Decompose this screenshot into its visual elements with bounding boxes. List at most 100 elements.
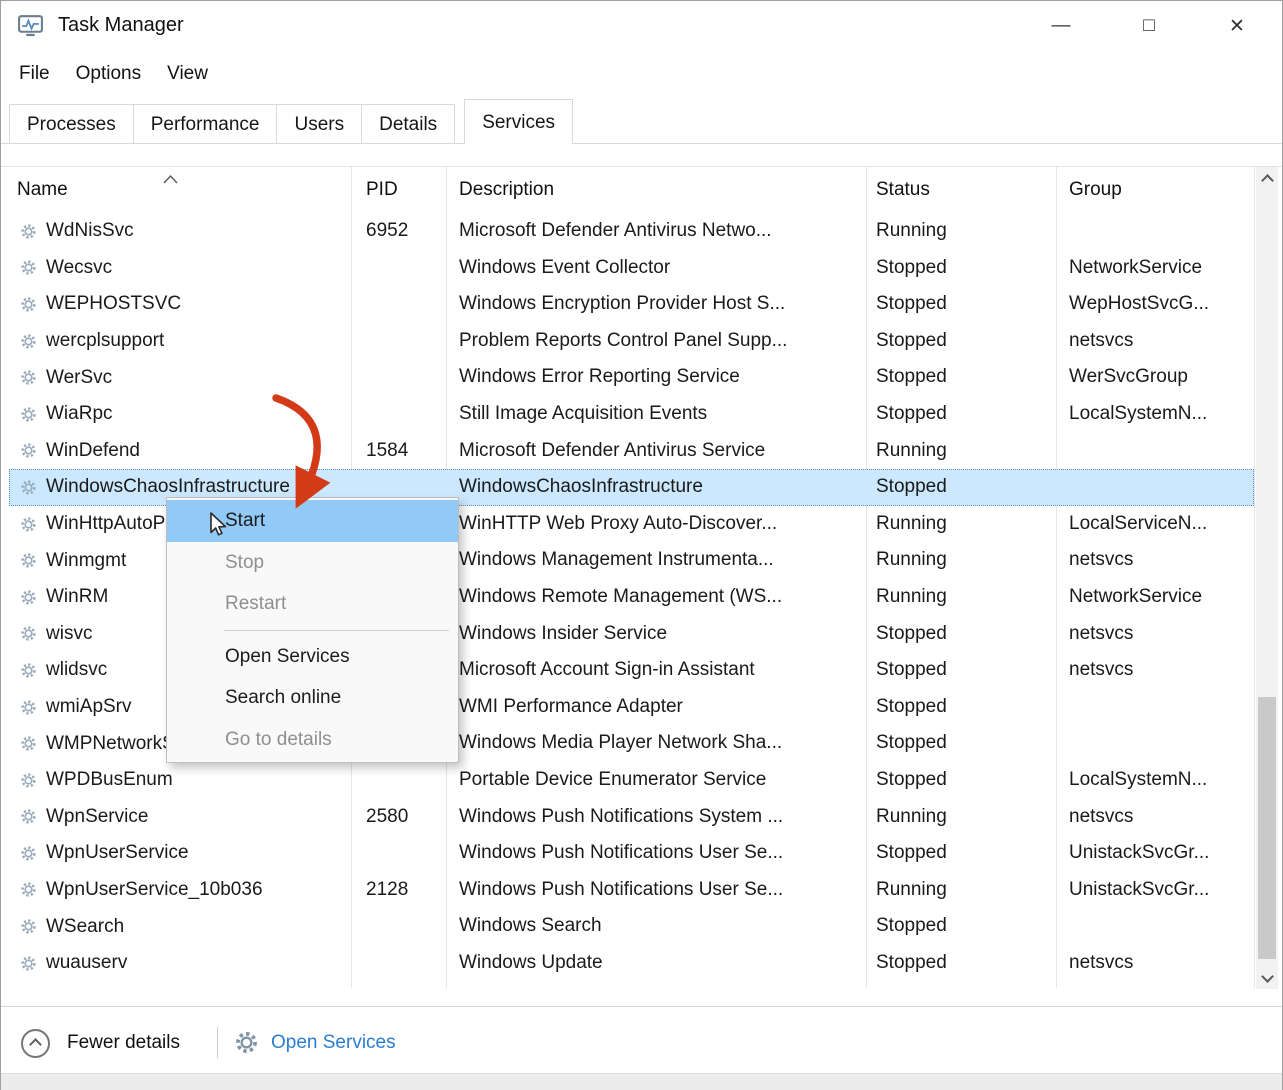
cell-desc: Windows Search bbox=[446, 908, 866, 945]
menu-view[interactable]: View bbox=[154, 51, 221, 97]
cell-group: NetworkService bbox=[1056, 579, 1254, 616]
service-row-WpnService[interactable]: WpnService2580Windows Push Notifications… bbox=[9, 799, 1254, 836]
context-menu-separator bbox=[224, 630, 449, 631]
scrollbar-thumb[interactable] bbox=[1258, 697, 1276, 959]
tab-users[interactable]: Users bbox=[276, 104, 362, 144]
cell-name: WSearch bbox=[9, 916, 351, 938]
menu-options[interactable]: Options bbox=[63, 51, 154, 97]
service-name: WpnService bbox=[46, 806, 148, 828]
context-menu-item-stop: Stop bbox=[167, 542, 458, 584]
cell-name: WindowsChaosInfrastructure bbox=[9, 476, 351, 498]
service-name: WindowsChaosInfrastructure bbox=[46, 476, 290, 498]
column-header-group[interactable]: Group bbox=[1056, 179, 1254, 201]
service-gear-icon bbox=[20, 625, 37, 642]
cell-group: netsvcs bbox=[1056, 323, 1254, 360]
tab-processes[interactable]: Processes bbox=[9, 104, 134, 144]
vertical-scrollbar[interactable] bbox=[1256, 167, 1278, 989]
service-gear-icon bbox=[20, 479, 37, 496]
cell-pid: 2580 bbox=[351, 799, 446, 836]
cell-name: WinDefend bbox=[9, 440, 351, 462]
window-title: Task Manager bbox=[58, 14, 184, 37]
services-gear-icon bbox=[234, 1030, 259, 1055]
minimize-button[interactable]: — bbox=[1017, 1, 1105, 51]
cell-group: UnistackSvcGr... bbox=[1056, 872, 1254, 909]
cell-desc: Windows Remote Management (WS... bbox=[446, 579, 866, 616]
service-gear-icon bbox=[20, 406, 37, 423]
collapse-circle-icon bbox=[21, 1029, 50, 1058]
service-row-WpnUserService_10b036[interactable]: WpnUserService_10b0362128Windows Push No… bbox=[9, 872, 1254, 909]
tab-performance[interactable]: Performance bbox=[133, 104, 278, 144]
cell-group: netsvcs bbox=[1056, 945, 1254, 982]
cell-group: LocalSystemN... bbox=[1056, 762, 1254, 799]
open-services-link[interactable]: Open Services bbox=[271, 1032, 396, 1054]
service-row-Wecsvc[interactable]: WecsvcWindows Event CollectorStoppedNetw… bbox=[9, 250, 1254, 287]
cell-status: Running bbox=[866, 542, 1056, 579]
cell-group: netsvcs bbox=[1056, 652, 1254, 689]
scroll-down-button[interactable] bbox=[1256, 967, 1278, 989]
context-menu-item-open-services[interactable]: Open Services bbox=[167, 636, 458, 678]
service-row-WpnUserService[interactable]: WpnUserServiceWindows Push Notifications… bbox=[9, 835, 1254, 872]
service-gear-icon bbox=[20, 552, 37, 569]
context-menu-item-go-to-details: Go to details bbox=[167, 719, 458, 761]
cell-name: WpnService bbox=[9, 806, 351, 828]
cell-status: Running bbox=[866, 213, 1056, 250]
service-gear-icon bbox=[20, 442, 37, 459]
service-name: WEPHOSTSVC bbox=[46, 293, 181, 315]
cell-desc: WMI Performance Adapter bbox=[446, 689, 866, 726]
cell-name: WerSvc bbox=[9, 367, 351, 389]
menu-bar: FileOptionsView bbox=[6, 51, 221, 97]
cell-status: Running bbox=[866, 872, 1056, 909]
close-button[interactable]: ✕ bbox=[1193, 1, 1281, 51]
sort-ascending-icon bbox=[163, 171, 178, 189]
service-row-wercplsupport[interactable]: wercplsupportProblem Reports Control Pan… bbox=[9, 323, 1254, 360]
cell-desc: WinHTTP Web Proxy Auto-Discover... bbox=[446, 506, 866, 543]
tab-services[interactable]: Services bbox=[464, 99, 573, 144]
service-row-WinDefend[interactable]: WinDefend1584Microsoft Defender Antiviru… bbox=[9, 433, 1254, 470]
tab-bar: ProcessesPerformanceUsersDetailsServices bbox=[9, 98, 573, 144]
service-gear-icon bbox=[20, 918, 37, 935]
service-gear-icon bbox=[20, 516, 37, 533]
service-row-WPDBusEnum[interactable]: WPDBusEnumPortable Device Enumerator Ser… bbox=[9, 762, 1254, 799]
fewer-details-label: Fewer details bbox=[67, 1032, 180, 1054]
service-gear-icon bbox=[20, 333, 37, 350]
service-row-WiaRpc[interactable]: WiaRpcStill Image Acquisition EventsStop… bbox=[9, 396, 1254, 433]
context-menu-item-search-online[interactable]: Search online bbox=[167, 677, 458, 719]
menu-file[interactable]: File bbox=[6, 51, 63, 97]
service-row-WSearch[interactable]: WSearchWindows SearchStopped bbox=[9, 908, 1254, 945]
title-bar: Task Manager — □ ✕ bbox=[1, 1, 1282, 51]
service-row-wuauserv[interactable]: wuauservWindows UpdateStoppednetsvcs bbox=[9, 945, 1254, 982]
cell-status: Stopped bbox=[866, 945, 1056, 982]
cell-status: Stopped bbox=[866, 469, 1056, 506]
cell-group: LocalServiceN... bbox=[1056, 506, 1254, 543]
fewer-details-button[interactable]: Fewer details bbox=[21, 1023, 180, 1063]
cell-name: WpnUserService_10b036 bbox=[9, 879, 351, 901]
service-name: WinRM bbox=[46, 586, 108, 608]
service-name: WiaRpc bbox=[46, 403, 113, 425]
context-menu: StartStopRestartOpen ServicesSearch onli… bbox=[166, 497, 459, 763]
service-gear-icon bbox=[20, 369, 37, 386]
service-name: WinDefend bbox=[46, 440, 140, 462]
cell-pid: 2128 bbox=[351, 872, 446, 909]
scroll-up-button[interactable] bbox=[1256, 167, 1278, 189]
service-row-WEPHOSTSVC[interactable]: WEPHOSTSVCWindows Encryption Provider Ho… bbox=[9, 286, 1254, 323]
service-row-WdNisSvc[interactable]: WdNisSvc6952Microsoft Defender Antivirus… bbox=[9, 213, 1254, 250]
column-header-pid[interactable]: PID bbox=[351, 179, 446, 201]
cell-desc: Windows Media Player Network Sha... bbox=[446, 725, 866, 762]
cell-group: UnistackSvcGr... bbox=[1056, 835, 1254, 872]
tab-details[interactable]: Details bbox=[361, 104, 455, 144]
column-header-name[interactable]: Name bbox=[9, 179, 351, 201]
column-header-status[interactable]: Status bbox=[866, 179, 1056, 201]
cell-desc: Microsoft Account Sign-in Assistant bbox=[446, 652, 866, 689]
cell-name: WiaRpc bbox=[9, 403, 351, 425]
cell-desc: Problem Reports Control Panel Supp... bbox=[446, 323, 866, 360]
column-header-description[interactable]: Description bbox=[446, 179, 866, 201]
cell-status: Stopped bbox=[866, 616, 1056, 653]
cell-status: Stopped bbox=[866, 323, 1056, 360]
context-menu-item-start[interactable]: Start bbox=[167, 500, 458, 542]
service-row-WerSvc[interactable]: WerSvcWindows Error Reporting ServiceSto… bbox=[9, 359, 1254, 396]
service-gear-icon bbox=[20, 808, 37, 825]
service-name: WpnUserService bbox=[46, 842, 189, 864]
cell-status: Running bbox=[866, 433, 1056, 470]
service-name: Winmgmt bbox=[46, 550, 126, 572]
maximize-button[interactable]: □ bbox=[1105, 1, 1193, 51]
